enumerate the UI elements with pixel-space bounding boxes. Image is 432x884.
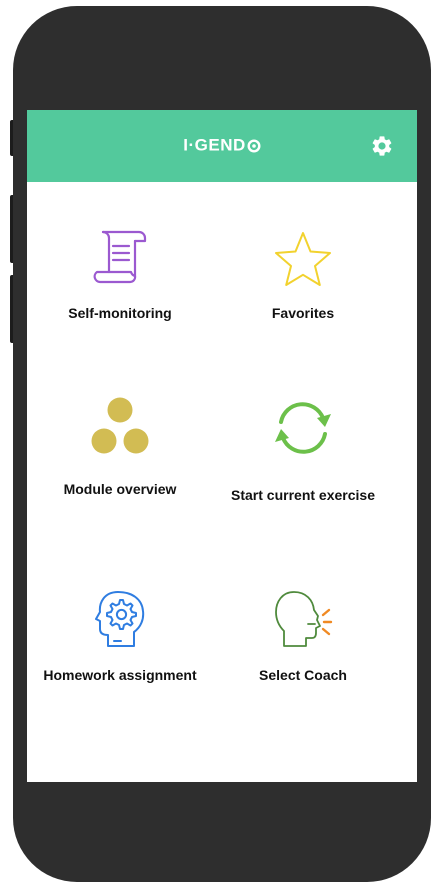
tile-select-coach[interactable]: Select Coach bbox=[213, 588, 393, 688]
app-logo-text: I·GEND bbox=[183, 135, 246, 155]
star-icon bbox=[275, 232, 331, 286]
app-screen: I·GEND Self-monitoring Favorites Module … bbox=[27, 110, 417, 782]
gear-icon[interactable] bbox=[370, 134, 394, 158]
tile-module-overview[interactable]: Module overview bbox=[30, 396, 210, 506]
scroll-icon bbox=[93, 230, 147, 284]
tile-self-monitoring[interactable]: Self-monitoring bbox=[30, 226, 210, 336]
tile-label: Self-monitoring bbox=[68, 305, 172, 321]
three-dots-icon bbox=[91, 397, 149, 454]
refresh-cycle-icon bbox=[275, 402, 331, 454]
speaking-head-icon bbox=[275, 591, 333, 647]
tile-start-current-exercise[interactable]: Start current exercise bbox=[213, 396, 393, 536]
app-header: I·GEND bbox=[27, 110, 417, 182]
tile-favorites[interactable]: Favorites bbox=[213, 226, 393, 336]
tile-homework-assignment[interactable]: Homework assignment bbox=[30, 588, 210, 708]
tile-label: Select Coach bbox=[259, 667, 347, 683]
tile-label: Homework assignment bbox=[43, 667, 197, 683]
app-logo: I·GEND bbox=[27, 135, 417, 159]
canvas: I·GEND Self-monitoring Favorites Module … bbox=[0, 0, 432, 884]
tile-label: Module overview bbox=[63, 481, 177, 497]
head-gear-icon bbox=[95, 591, 145, 647]
tile-label: Favorites bbox=[271, 305, 335, 321]
phone-frame: I·GEND Self-monitoring Favorites Module … bbox=[13, 6, 431, 882]
ring-o-icon bbox=[247, 139, 261, 153]
tile-label: Start current exercise bbox=[231, 487, 375, 503]
